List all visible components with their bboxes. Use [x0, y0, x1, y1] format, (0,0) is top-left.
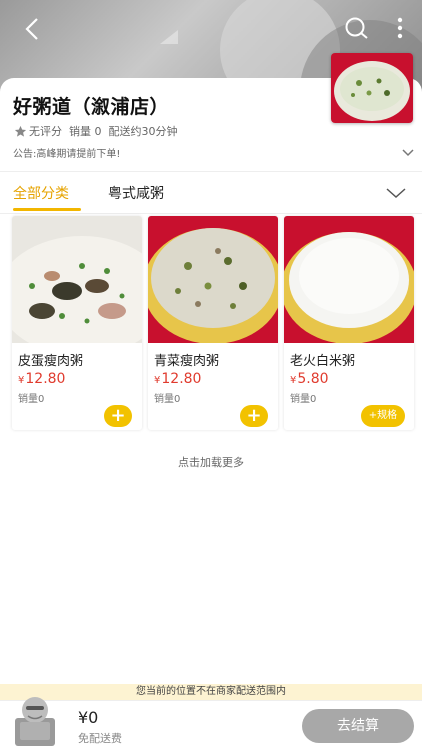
cart-total: ¥0 [78, 708, 99, 727]
product-price: ¥5.80 [290, 371, 329, 387]
product-name: 老火白米粥 [290, 354, 356, 369]
product-image [12, 216, 142, 343]
shop-meta: 无评分 销量 0 配送约30分钟 [14, 123, 185, 139]
chevron-down-icon[interactable] [401, 144, 415, 157]
delivery-warning: 您当前的位置不在商家配送范围内 [0, 684, 422, 700]
chevron-down-icon[interactable] [385, 185, 407, 199]
product-name: 皮蛋瘦肉粥 [18, 354, 84, 369]
product-card[interactable]: 皮蛋瘦肉粥 ¥12.80 销量0 + [12, 216, 142, 430]
divider [0, 213, 422, 214]
product-image [148, 216, 278, 343]
shop-logo [331, 53, 413, 123]
product-card[interactable]: 老火白米粥 ¥5.80 销量0 +规格 [284, 216, 414, 430]
select-spec-button[interactable]: +规格 [361, 405, 405, 427]
shop-name: 好粥道（溆浦店） [13, 96, 170, 118]
star-icon [14, 125, 27, 137]
back-icon[interactable] [18, 14, 48, 44]
shop-notice: 公告:高峰期请提前下单! [13, 149, 121, 160]
product-name: 青菜瘦肉粥 [154, 354, 220, 369]
product-price: ¥12.80 [154, 371, 202, 387]
delivery-time: 配送约30分钟 [108, 125, 178, 138]
product-card[interactable]: 青菜瘦肉粥 ¥12.80 销量0 + [148, 216, 278, 430]
active-tab-indicator [13, 208, 81, 211]
load-more-link[interactable]: 点击加载更多 [0, 454, 422, 470]
product-sales: 销量0 [18, 394, 45, 405]
cart-icon[interactable] [12, 688, 58, 748]
more-icon[interactable] [390, 14, 410, 42]
search-icon[interactable] [344, 16, 370, 42]
tab-all[interactable]: 全部分类 [13, 183, 69, 203]
add-to-cart-button[interactable]: + [240, 405, 268, 427]
tab-cantonese-porridge[interactable]: 粤式咸粥 [108, 183, 164, 203]
add-to-cart-button[interactable]: + [104, 405, 132, 427]
delivery-fee: 免配送费 [78, 732, 122, 745]
product-sales: 销量0 [154, 394, 181, 405]
category-tabs: 全部分类 粤式咸粥 [0, 172, 422, 214]
shop-rating: 无评分 [29, 125, 62, 138]
shop-sales: 销量 0 [69, 125, 102, 138]
product-price: ¥12.80 [18, 371, 66, 387]
product-sales: 销量0 [290, 394, 317, 405]
product-image [284, 216, 414, 343]
checkout-button[interactable]: 去结算 [302, 709, 414, 743]
